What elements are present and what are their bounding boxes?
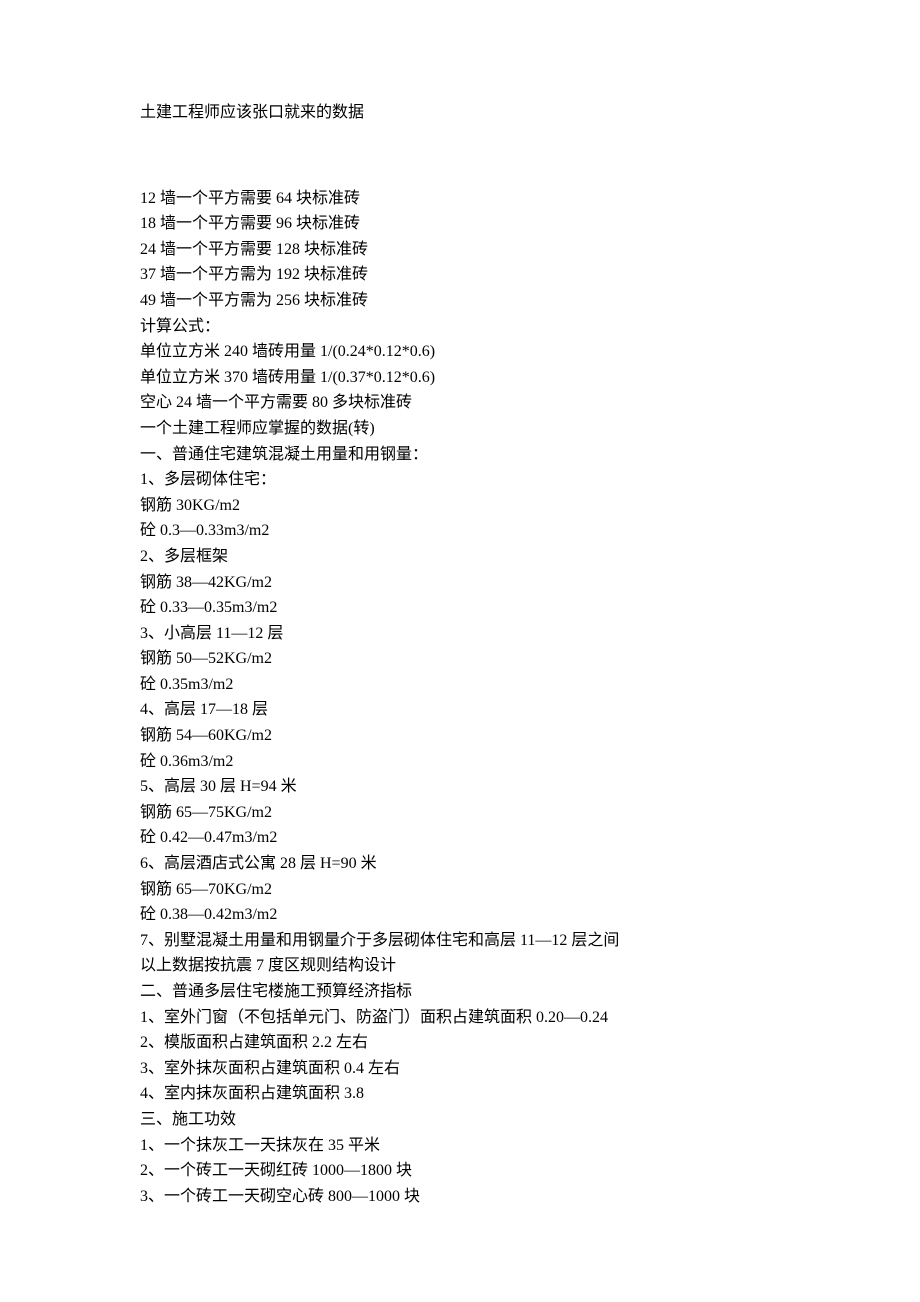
- body-line: 2、模版面积占建筑面积 2.2 左右: [140, 1030, 780, 1056]
- body-line: 砼 0.35m3/m2: [140, 672, 780, 698]
- body-line: 空心 24 墙一个平方需要 80 多块标准砖: [140, 390, 780, 416]
- body-line: 7、别墅混凝土用量和用钢量介于多层砌体住宅和高层 11—12 层之间: [140, 928, 780, 954]
- body-line: 单位立方米 240 墙砖用量 1/(0.24*0.12*0.6): [140, 339, 780, 365]
- body-line: 钢筋 50—52KG/m2: [140, 646, 780, 672]
- body-line: 钢筋 30KG/m2: [140, 493, 780, 519]
- body-line: 12 墙一个平方需要 64 块标准砖: [140, 186, 780, 212]
- body-line: 5、高层 30 层 H=94 米: [140, 774, 780, 800]
- body-line: 三、施工功效: [140, 1107, 780, 1133]
- body-line: 3、一个砖工一天砌空心砖 800—1000 块: [140, 1184, 780, 1210]
- body-line: 计算公式：: [140, 314, 780, 340]
- body-line: 24 墙一个平方需要 128 块标准砖: [140, 237, 780, 263]
- body-line: 砼 0.42—0.47m3/m2: [140, 825, 780, 851]
- body-line: 砼 0.33—0.35m3/m2: [140, 595, 780, 621]
- body-line: 18 墙一个平方需要 96 块标准砖: [140, 211, 780, 237]
- body-line: 49 墙一个平方需为 256 块标准砖: [140, 288, 780, 314]
- body-line: 一、普通住宅建筑混凝土用量和用钢量：: [140, 442, 780, 468]
- body-line: 砼 0.36m3/m2: [140, 749, 780, 775]
- body-line: 单位立方米 370 墙砖用量 1/(0.37*0.12*0.6): [140, 365, 780, 391]
- body-line: 4、室内抹灰面积占建筑面积 3.8: [140, 1081, 780, 1107]
- title-text: 土建工程师应该张口就来的数据: [140, 104, 364, 121]
- document-title: 土建工程师应该张口就来的数据: [140, 100, 780, 126]
- body-line: 3、小高层 11—12 层: [140, 621, 780, 647]
- body-line: 1、一个抹灰工一天抹灰在 35 平米: [140, 1133, 780, 1159]
- body-line: 2、一个砖工一天砌红砖 1000—1800 块: [140, 1158, 780, 1184]
- body-line: 二、普通多层住宅楼施工预算经济指标: [140, 979, 780, 1005]
- body-line: 一个土建工程师应掌握的数据(转): [140, 416, 780, 442]
- body-line: 1、多层砌体住宅：: [140, 467, 780, 493]
- body-line: 4、高层 17—18 层: [140, 697, 780, 723]
- body-line: 钢筋 54—60KG/m2: [140, 723, 780, 749]
- body-line: 3、室外抹灰面积占建筑面积 0.4 左右: [140, 1056, 780, 1082]
- body-line: 37 墙一个平方需为 192 块标准砖: [140, 262, 780, 288]
- body-line: 以上数据按抗震 7 度区规则结构设计: [140, 953, 780, 979]
- body-line: 1、室外门窗（不包括单元门、防盗门）面积占建筑面积 0.20—0.24: [140, 1005, 780, 1031]
- body-line: 砼 0.3—0.33m3/m2: [140, 518, 780, 544]
- document-body: 12 墙一个平方需要 64 块标准砖18 墙一个平方需要 96 块标准砖24 墙…: [140, 186, 780, 1210]
- body-line: 砼 0.38—0.42m3/m2: [140, 902, 780, 928]
- body-line: 钢筋 65—70KG/m2: [140, 877, 780, 903]
- body-line: 6、高层酒店式公寓 28 层 H=90 米: [140, 851, 780, 877]
- body-line: 钢筋 65—75KG/m2: [140, 800, 780, 826]
- body-line: 钢筋 38—42KG/m2: [140, 570, 780, 596]
- body-line: 2、多层框架: [140, 544, 780, 570]
